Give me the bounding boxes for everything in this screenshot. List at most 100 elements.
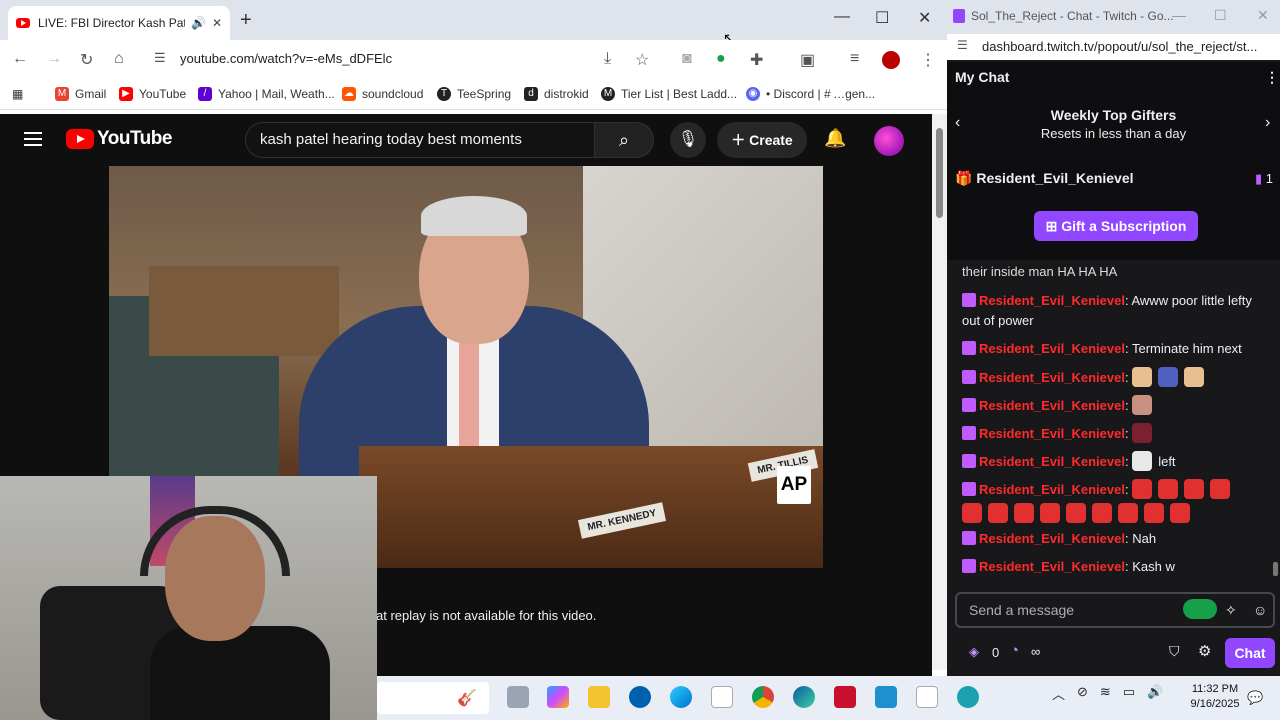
- chat-send-button[interactable]: Chat: [1225, 638, 1275, 668]
- notifications-bell-icon[interactable]: 🔔: [824, 128, 846, 149]
- new-tab-button[interactable]: +: [240, 9, 252, 32]
- edge-icon[interactable]: [793, 686, 815, 708]
- twitch-address-bar[interactable]: ☰ dashboard.twitch.tv/popout/u/sol_the_r…: [947, 34, 1280, 60]
- photos-icon[interactable]: [875, 686, 897, 708]
- chat-message-text: Nah: [1132, 531, 1157, 546]
- gift-subscription-button[interactable]: ⊞ Gift a Subscription: [1034, 211, 1198, 241]
- avatar[interactable]: [874, 126, 904, 156]
- scrollbar-thumb[interactable]: [936, 128, 943, 218]
- maximize-button[interactable]: ☐: [875, 8, 889, 28]
- tab-search-icon[interactable]: ▣: [800, 50, 815, 70]
- bookmark-youtube[interactable]: ▶ YouTube: [119, 87, 186, 101]
- chat-username[interactable]: Resident_Evil_Kenievel: [979, 398, 1125, 413]
- top-gifter[interactable]: 🎁 Resident_Evil_Kenievel: [955, 170, 1134, 187]
- twitch-close-button[interactable]: ✕: [1257, 7, 1269, 24]
- chat-header-title: My Chat: [955, 69, 1010, 85]
- chat-username[interactable]: Resident_Evil_Kenievel: [979, 482, 1125, 497]
- network-off-icon[interactable]: ⊘: [1077, 684, 1088, 703]
- reload-icon[interactable]: ↻: [80, 50, 93, 70]
- sparkle-icon[interactable]: ✧: [1225, 594, 1237, 626]
- chat-message-input[interactable]: Send a message ✧ ☺: [955, 592, 1275, 628]
- file-explorer-icon[interactable]: [588, 686, 610, 708]
- sub-badge-icon: [962, 482, 976, 496]
- twitch-minimize-button[interactable]: —: [1172, 7, 1186, 23]
- raised-hand-emote-icon: [1184, 479, 1205, 499]
- install-icon[interactable]: ⤓: [604, 50, 611, 68]
- emote-picker-icon[interactable]: ☺: [1253, 594, 1267, 626]
- bookmark-star-icon[interactable]: ☆: [635, 50, 649, 70]
- bookmark-distrokid[interactable]: d distrokid: [524, 87, 589, 101]
- copilot-icon[interactable]: [547, 686, 569, 708]
- bookmark-teespring[interactable]: T TeeSpring: [437, 87, 511, 101]
- chat-username[interactable]: Resident_Evil_Kenievel: [979, 559, 1125, 574]
- site-info-icon[interactable]: ☰: [154, 50, 166, 66]
- camera-icon[interactable]: ◙: [682, 50, 692, 68]
- chat-username[interactable]: Resident_Evil_Kenievel: [979, 531, 1125, 546]
- twitch-maximize-button[interactable]: ☐: [1214, 7, 1227, 24]
- close-tab-icon[interactable]: ✕: [212, 16, 222, 30]
- chat-username[interactable]: Resident_Evil_Kenievel: [979, 293, 1125, 308]
- site-info-icon[interactable]: ☰: [957, 38, 968, 52]
- gear-icon[interactable]: ⚙: [1198, 642, 1211, 660]
- chrome-icon[interactable]: [752, 686, 774, 708]
- battery-icon[interactable]: ▭: [1123, 684, 1135, 703]
- plus-icon: ＋: [731, 132, 750, 148]
- hamburger-menu-icon[interactable]: [24, 132, 42, 146]
- chat-username[interactable]: Resident_Evil_Kenievel: [979, 454, 1125, 469]
- back-icon[interactable]: ←: [12, 50, 28, 68]
- voice-search-button[interactable]: 🎙: [670, 122, 706, 158]
- shield-icon[interactable]: ⛉: [1169, 643, 1180, 660]
- chevron-up-icon[interactable]: ︿: [1052, 684, 1065, 703]
- search-input[interactable]: kash patel hearing today best moments: [245, 122, 595, 158]
- bookmark-gmail[interactable]: M Gmail: [55, 87, 106, 101]
- hp-icon[interactable]: [629, 686, 651, 708]
- apps-grid-icon[interactable]: ▦: [12, 87, 23, 101]
- discord-icon: ◉: [746, 87, 760, 101]
- bookmark-tier-list[interactable]: M Tier List | Best Ladd...: [601, 87, 737, 101]
- notepad-icon[interactable]: [916, 686, 938, 708]
- tab-youtube-video[interactable]: LIVE: FBI Director Kash Pate 🔊 ✕: [8, 6, 230, 40]
- wifi-icon[interactable]: ≋: [1100, 684, 1111, 703]
- chat-scrollbar-thumb[interactable]: [1273, 562, 1278, 576]
- youtube-logo[interactable]: YouTube: [66, 128, 172, 150]
- profile-avatar[interactable]: [882, 51, 900, 69]
- page-scrollbar[interactable]: [932, 114, 947, 670]
- settings-app-icon[interactable]: [957, 686, 979, 708]
- raised-hand-emote-icon: [1170, 503, 1190, 523]
- chevron-right-icon[interactable]: ›: [1265, 114, 1270, 132]
- chat-username[interactable]: Resident_Evil_Kenievel: [979, 370, 1125, 385]
- more-options-icon[interactable]: ⋮: [1265, 69, 1279, 86]
- media-control-icon[interactable]: ≡: [850, 50, 859, 68]
- task-view-icon[interactable]: [507, 686, 529, 708]
- grammarly-icon[interactable]: ●: [716, 50, 726, 68]
- list-item: Resident_Evil_Kenievel: left: [962, 451, 1267, 472]
- menu-icon[interactable]: ⋮: [920, 50, 936, 70]
- timer-icon[interactable]: ◔: [1010, 642, 1019, 659]
- bookmark-soundcloud[interactable]: ☁ soundcloud: [342, 87, 423, 101]
- chat-username[interactable]: Resident_Evil_Kenievel: [979, 426, 1125, 441]
- edge-dev-icon[interactable]: [670, 686, 692, 708]
- close-window-button[interactable]: ✕: [918, 8, 931, 28]
- forward-icon[interactable]: →: [46, 50, 62, 68]
- mcafee-icon[interactable]: [834, 686, 856, 708]
- minimize-button[interactable]: —: [834, 8, 850, 26]
- grammarly-icon[interactable]: [1183, 599, 1217, 619]
- bookmark-discord[interactable]: ◉ • Discord | # …gen...: [746, 87, 875, 101]
- taskbar-search[interactable]: 🎸: [377, 682, 489, 714]
- browser-toolbar: ← → ↻ ⌂ ☰ youtube.com/watch?v=-eMs_dDFEl…: [0, 40, 947, 78]
- volume-icon[interactable]: 🔊: [1147, 684, 1163, 703]
- search-button[interactable]: ⌕: [594, 122, 654, 158]
- address-bar[interactable]: youtube.com/watch?v=-eMs_dDFElc: [180, 51, 392, 66]
- bookmark-yahoo[interactable]: / Yahoo | Mail, Weath...: [198, 87, 335, 101]
- taskbar-clock[interactable]: 11:32 PM 9/16/2025: [1188, 682, 1242, 712]
- extensions-icon[interactable]: ✚: [750, 50, 763, 70]
- channel-points-icon[interactable]: ◈: [969, 644, 979, 660]
- emote-row: [962, 503, 1267, 524]
- speaker-icon[interactable]: 🔊: [191, 16, 206, 30]
- chat-username[interactable]: Resident_Evil_Kenievel: [979, 341, 1125, 356]
- create-button[interactable]: ＋ Create: [717, 122, 807, 158]
- gift-count-icon: ▮: [1255, 171, 1263, 186]
- document-icon[interactable]: [711, 686, 733, 708]
- notification-icon[interactable]: 💬: [1247, 690, 1263, 706]
- home-icon[interactable]: ⌂: [114, 50, 124, 68]
